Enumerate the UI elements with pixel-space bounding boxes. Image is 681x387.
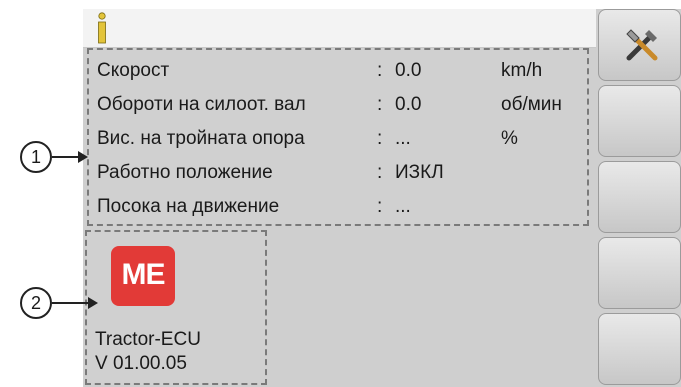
softkey-5[interactable] <box>598 313 681 385</box>
info-icon <box>98 12 106 44</box>
info-value: ... <box>395 128 411 149</box>
tools-icon <box>626 29 658 61</box>
ecu-version: V 01.00.05 <box>95 353 187 374</box>
info-separator: : <box>377 60 383 81</box>
tractor-info-panel: Скорост : 0.0 km/h Обороти на силоот. ва… <box>87 48 589 226</box>
callout-2-line <box>52 302 90 304</box>
softkey-settings[interactable] <box>598 9 681 81</box>
info-separator: : <box>377 128 383 149</box>
info-unit: % <box>501 128 518 149</box>
me-logo: ME <box>111 246 175 306</box>
info-unit: km/h <box>501 60 543 81</box>
info-value: 0.0 <box>395 94 422 115</box>
callout-2-arrow-icon <box>88 297 98 309</box>
ecu-name: Tractor-ECU <box>95 329 201 350</box>
softkey-2[interactable] <box>598 85 681 157</box>
info-label: Вис. на тройната опора <box>97 128 305 149</box>
me-logo-text: ME <box>121 258 166 291</box>
info-label: Работно положение <box>97 162 273 183</box>
status-bar <box>83 9 596 48</box>
softkey-4[interactable] <box>598 237 681 309</box>
info-value: ... <box>395 196 411 217</box>
ecu-app-tile[interactable]: ME Tractor-ECU V 01.00.05 <box>85 230 267 385</box>
info-label: Обороти на силоот. вал <box>97 94 306 115</box>
info-label: Посока на движение <box>97 196 280 217</box>
info-value: ИЗКЛ <box>395 162 444 183</box>
info-separator: : <box>377 162 383 183</box>
callout-2: 2 <box>20 287 52 319</box>
callout-1-line <box>52 156 80 158</box>
callout-1-arrow-icon <box>78 151 88 163</box>
info-separator: : <box>377 94 383 115</box>
info-label: Скорост <box>97 60 170 81</box>
info-unit: об/мин <box>501 94 562 115</box>
info-separator: : <box>377 196 383 217</box>
callout-1: 1 <box>20 141 52 173</box>
softkey-bar <box>598 9 681 387</box>
softkey-3[interactable] <box>598 161 681 233</box>
info-value: 0.0 <box>395 60 422 81</box>
